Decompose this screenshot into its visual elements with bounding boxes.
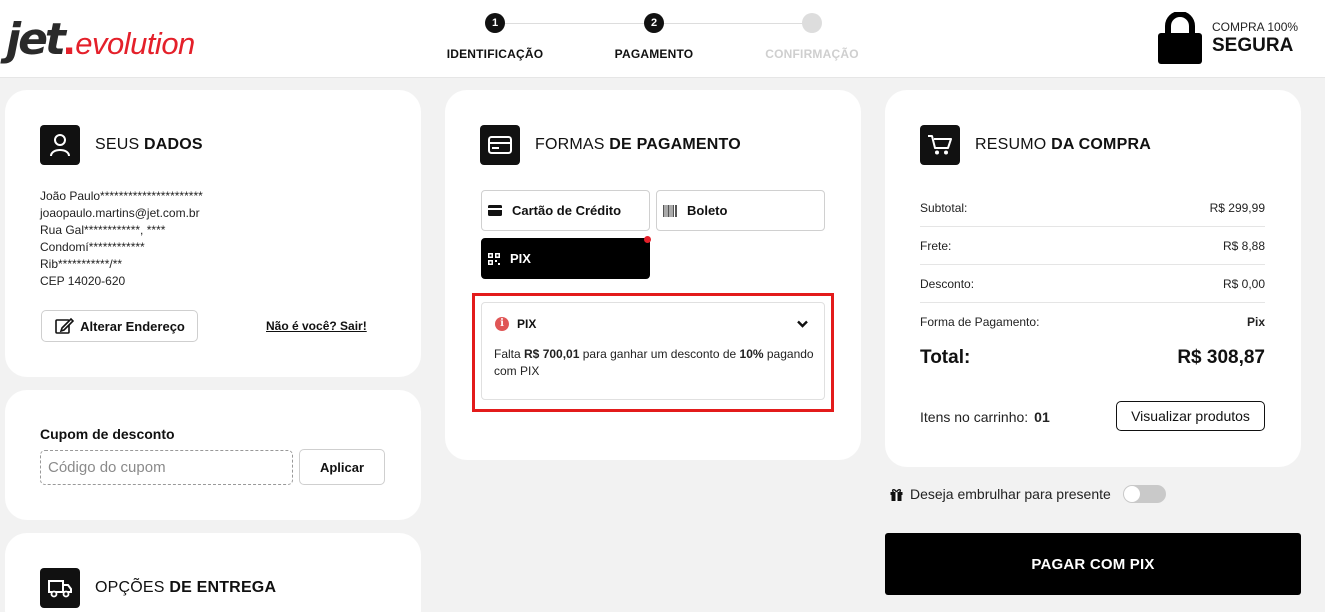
pay-with-pix-button[interactable]: PAGAR COM PIX — [885, 533, 1301, 595]
cart-item-count: Itens no carrinho: 01 — [920, 409, 1050, 425]
apply-coupon-button[interactable]: Aplicar — [299, 449, 385, 485]
header: jet. evolution 1 IDENTIFICAÇÃO 2 PAGAMENT… — [0, 0, 1325, 78]
barcode-icon — [663, 204, 677, 217]
summary-label: Desconto: — [920, 276, 975, 291]
user-data-card: SEUS DADOS João Paulo*******************… — [5, 90, 421, 377]
secure-purchase-badge: COMPRA 100% SEGURA — [1158, 11, 1299, 64]
step-label: IDENTIFICAÇÃO — [446, 47, 544, 61]
coupon-card: Cupom de desconto Aplicar — [5, 390, 421, 520]
pix-panel-title: PIX — [517, 317, 537, 331]
summary-value: R$ 0,00 — [1222, 276, 1265, 291]
info-icon: i — [495, 317, 509, 331]
gift-icon — [890, 488, 903, 501]
user-icon — [40, 125, 80, 165]
user-zip: CEP 14020-620 — [40, 274, 126, 288]
coupon-label: Cupom de desconto — [40, 426, 175, 442]
summary-value: R$ 8,88 — [1222, 238, 1265, 253]
summary-row-discount: Desconto: R$ 0,00 — [920, 265, 1265, 303]
step-number — [802, 13, 822, 33]
edit-icon — [54, 316, 75, 336]
apply-coupon-label: Aplicar — [319, 459, 365, 475]
view-products-button[interactable]: Visualizar produtos — [1116, 401, 1265, 431]
step-number: 1 — [485, 13, 505, 33]
summary-row-shipping: Frete: R$ 8,88 — [920, 227, 1265, 265]
user-street: Rua Gal************, **** — [40, 223, 166, 237]
user-city: Rib***********/** — [40, 257, 123, 271]
checkout-steps: 1 IDENTIFICAÇÃO 2 PAGAMENTO CONFIRMAÇÃO — [430, 10, 880, 70]
payment-option-credit-card[interactable]: Cartão de Crédito — [481, 190, 650, 231]
order-summary-card: RESUMO DA COMPRA Subtotal: R$ 299,99 Fre… — [885, 90, 1301, 467]
step-pagamento: 2 PAGAMENTO — [574, 10, 734, 61]
change-address-label: Alterar Endereço — [80, 318, 185, 334]
summary-row-subtotal: Subtotal: R$ 299,99 — [920, 189, 1265, 227]
total-label: Total: — [920, 347, 971, 368]
payment-methods-title: FORMAS DE PAGAMENTO — [535, 136, 741, 153]
step-label: PAGAMENTO — [614, 47, 694, 61]
toggle-knob — [1123, 486, 1140, 502]
user-email: joaopaulo.martins@jet.com.br — [40, 206, 200, 220]
summary-value: Pix — [1246, 315, 1265, 329]
change-address-button[interactable]: Alterar Endereço — [41, 310, 198, 342]
jet-evolution-logo[interactable]: jet. evolution — [6, 14, 195, 65]
boleto-label: Boleto — [687, 203, 728, 218]
delivery-options-title: OPÇÕES DE ENTREGA — [95, 579, 277, 596]
summary-total: Total: R$ 308,87 — [920, 347, 1265, 369]
delivery-options-card: OPÇÕES DE ENTREGA — [5, 533, 421, 612]
credit-card-label: Cartão de Crédito — [512, 203, 622, 218]
pix-discount-message: Falta R$ 700,01 para ganhar um desconto … — [494, 347, 814, 378]
logo-jet: jet — [6, 14, 66, 65]
logo-dot: . — [62, 15, 76, 64]
gift-wrap-toggle[interactable] — [1122, 485, 1166, 503]
total-value: R$ 308,87 — [1177, 347, 1265, 368]
pix-details-panel[interactable]: i PIX Falta R$ 700,01 para ganhar um des… — [481, 302, 825, 400]
payment-option-boleto[interactable]: Boleto — [656, 190, 825, 231]
truck-icon — [40, 568, 80, 608]
summary-label: Forma de Pagamento: — [920, 315, 1040, 329]
secure-small-text: COMPRA 100% — [1212, 20, 1299, 34]
user-info: João Paulo********************** joaopau… — [40, 188, 203, 290]
step-confirmacao: CONFIRMAÇÃO — [732, 10, 892, 61]
chevron-down-icon[interactable] — [797, 320, 808, 328]
summary-value: R$ 299,99 — [1209, 200, 1265, 215]
step-identificacao: 1 IDENTIFICAÇÃO — [415, 10, 575, 61]
selected-indicator — [644, 236, 651, 243]
gift-wrap-label: Deseja embrulhar para presente — [910, 486, 1111, 502]
step-label: CONFIRMAÇÃO — [765, 47, 859, 61]
lock-icon — [1158, 11, 1202, 64]
secure-big-text: SEGURA — [1212, 35, 1294, 56]
qr-code-icon — [488, 252, 500, 265]
payment-option-pix[interactable]: PIX — [481, 236, 651, 279]
summary-label: Frete: — [920, 238, 952, 253]
coupon-input[interactable] — [40, 450, 293, 485]
summary-row-payment-method: Forma de Pagamento: Pix — [920, 303, 1265, 341]
gift-wrap-option: Deseja embrulhar para presente — [890, 485, 1166, 503]
pix-label: PIX — [510, 251, 531, 266]
logout-link[interactable]: Não é você? Sair! — [266, 319, 367, 333]
cart-icon — [920, 125, 960, 165]
summary-label: Subtotal: — [920, 200, 968, 215]
payment-methods-card: FORMAS DE PAGAMENTO Cartão de Crédito Bo… — [445, 90, 861, 460]
credit-card-icon — [488, 205, 502, 216]
user-name: João Paulo********************** — [40, 189, 203, 203]
user-data-title: SEUS DADOS — [95, 136, 203, 153]
logo-evolution: evolution — [75, 26, 195, 61]
user-complement: Condomí************ — [40, 240, 145, 254]
step-number: 2 — [644, 13, 664, 33]
card-icon — [480, 125, 520, 165]
order-summary-title: RESUMO DA COMPRA — [975, 136, 1151, 153]
